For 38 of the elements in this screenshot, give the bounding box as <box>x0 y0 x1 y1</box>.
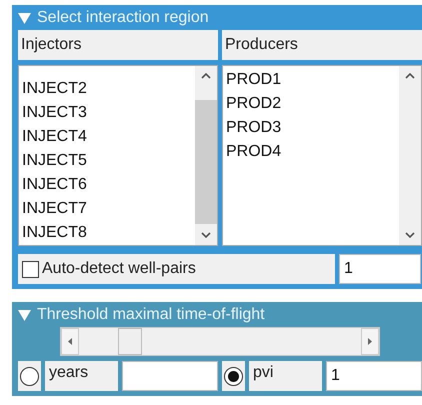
collapse-toggle-icon[interactable] <box>18 308 31 320</box>
list-item[interactable]: PROD2 <box>223 92 399 116</box>
input-field[interactable] <box>122 361 218 391</box>
panel-title: Threshold maximal time-of-flight <box>37 306 265 324</box>
list-item[interactable]: INJECT8 <box>19 221 195 245</box>
list-item[interactable]: INJECT3 <box>19 101 195 125</box>
collapse-toggle-icon[interactable] <box>18 12 31 24</box>
scroll-down-icon[interactable] <box>201 232 211 239</box>
list-item[interactable]: INJECT2 <box>19 77 195 101</box>
radio-button[interactable] <box>20 366 39 386</box>
scroll-thumb[interactable] <box>195 100 217 224</box>
panel-title: Select interaction region <box>37 8 209 26</box>
input-field[interactable]: 1 <box>326 361 422 391</box>
list-item[interactable]: INJECT4 <box>19 125 195 149</box>
slider-thumb[interactable] <box>118 328 142 355</box>
scroll-up-icon[interactable] <box>405 72 415 79</box>
radio-label: years <box>45 361 118 391</box>
scrollbar[interactable] <box>195 66 217 245</box>
scroll-left-icon[interactable] <box>61 328 79 355</box>
scrollbar[interactable] <box>399 66 421 245</box>
list-item[interactable]: PROD4 <box>223 140 399 164</box>
radio-label: pvi <box>249 361 322 391</box>
list-item[interactable]: INJECT6 <box>19 173 195 197</box>
column-header: Injectors <box>18 30 218 60</box>
list-item[interactable]: PROD3 <box>223 116 399 140</box>
input-field[interactable]: 1 <box>339 254 421 284</box>
column-header: Producers <box>222 30 422 60</box>
scroll-down-icon[interactable] <box>405 232 415 239</box>
scroll-right-icon[interactable] <box>361 328 379 355</box>
list-box[interactable]: PROD1 PROD2 PROD3 PROD4 <box>222 65 422 246</box>
radio-button[interactable] <box>224 366 243 386</box>
list-box[interactable]: INJECT2 INJECT3 INJECT4 INJECT5 INJECT6 INJECT7 INJECT8 <box>18 65 218 246</box>
checkbox-label: Auto-detect well-pairs <box>42 260 196 278</box>
scroll-up-icon[interactable] <box>201 72 211 79</box>
list-item[interactable]: INJECT5 <box>19 149 195 173</box>
list-item[interactable]: PROD1 <box>223 68 399 92</box>
checkbox[interactable] <box>22 260 39 278</box>
list-item[interactable]: INJECT7 <box>19 197 195 221</box>
